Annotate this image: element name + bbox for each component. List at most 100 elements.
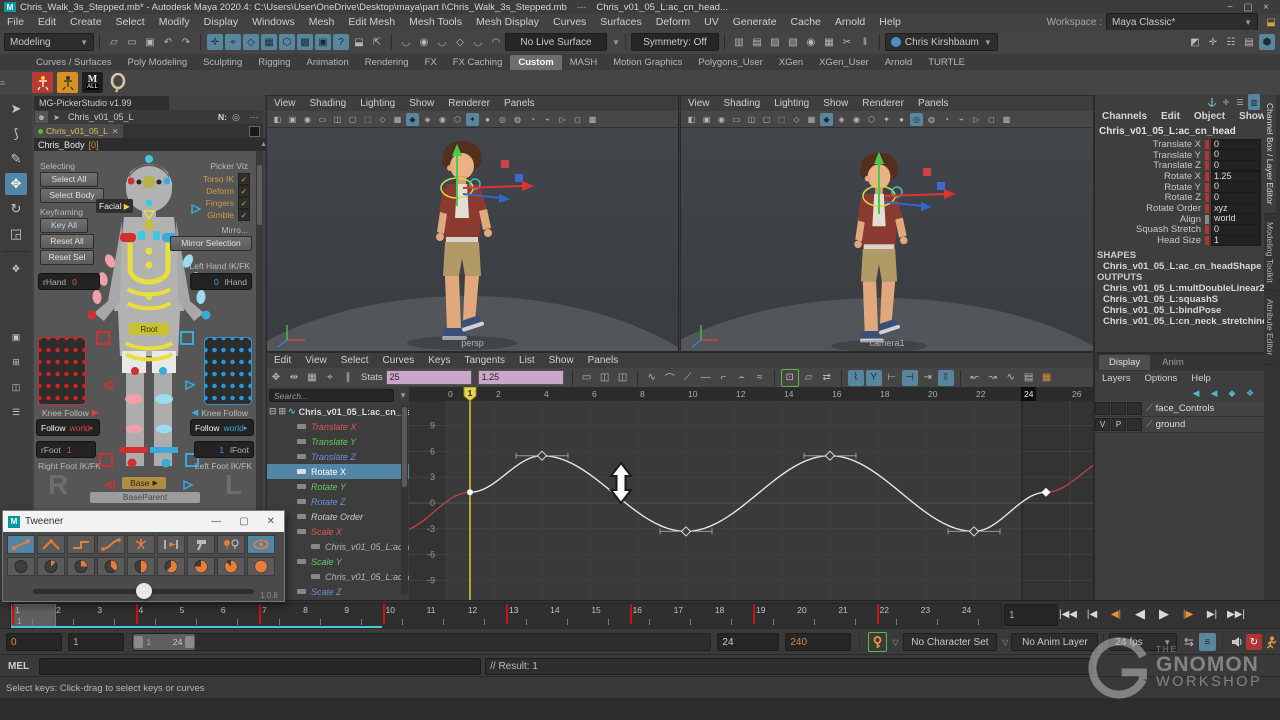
picker-panel-title[interactable]: MG-PickerStudio v1.99 [34, 96, 169, 110]
timeline-frame-number[interactable]: 24 [962, 605, 971, 615]
last-tool-icon[interactable]: ❖ [5, 258, 27, 280]
timeline-frame-number[interactable]: 9 [344, 605, 349, 615]
graph-channel-row[interactable]: Scale Z [267, 584, 409, 599]
graph-channel-row[interactable]: Rotate X [267, 464, 409, 479]
lattice-deform-icon[interactable]: ▦ [304, 370, 320, 386]
vpicons1-icon[interactable]: ◉ [436, 113, 449, 126]
display-layer-row[interactable]: V P ⟋ ground [1095, 417, 1265, 433]
channel-box-menu-item[interactable]: Edit [1161, 111, 1180, 122]
paint-select-tool-icon[interactable]: ✎ [5, 148, 27, 170]
shelf-tab[interactable]: Rendering [357, 55, 417, 70]
anim-layer-selector[interactable]: No Anim Layer [1011, 633, 1098, 651]
left-fingers-grid[interactable] [204, 337, 252, 405]
break-tangents-icon[interactable]: ⌇ [848, 370, 864, 386]
channel-attribute-row[interactable]: Rotate Y 0 [1095, 182, 1261, 193]
menu-item[interactable]: Curves [553, 16, 586, 28]
vpicons2-icon[interactable]: ◔ [940, 113, 953, 126]
menu-item[interactable]: Select [116, 16, 145, 28]
shelf-tab[interactable]: Rigging [250, 55, 298, 70]
side-tab[interactable]: Attribute Editor [1264, 291, 1276, 364]
lock-tangent-weight-icon[interactable]: ⊣ [902, 370, 918, 386]
live-surface-field[interactable]: No Live Surface [505, 33, 607, 51]
menu-item[interactable]: Help [879, 16, 901, 28]
vpicons1-icon[interactable]: ⌁ [541, 113, 554, 126]
graph-editor-menu-item[interactable]: Edit [274, 355, 291, 366]
tweener-window[interactable]: M Tweener — ▢ ✕ 1.0.8 [2, 510, 285, 602]
vpicons2-icon[interactable]: ◉ [715, 113, 728, 126]
picker-more-icon[interactable]: ⋯ [246, 109, 262, 125]
go-to-start-button[interactable]: |◀◀ [1056, 603, 1080, 625]
shelf-tab[interactable]: Poly Modeling [120, 55, 196, 70]
tweener-pie-button[interactable] [217, 557, 245, 576]
layout-single-pane-icon[interactable]: ▣ [5, 326, 27, 348]
frame-all-icon[interactable]: ▭ [579, 370, 595, 386]
command-input[interactable] [39, 658, 481, 675]
rendericons-icon[interactable]: ◉ [803, 34, 819, 50]
vpicons2-icon[interactable]: ⌁ [955, 113, 968, 126]
picker-viz-toggle[interactable]: Gimble ✓ [178, 209, 250, 221]
anchor-icon[interactable]: ⚓ [1206, 94, 1218, 110]
channel-box-menu-item[interactable]: Show [1239, 111, 1266, 122]
rhand-field[interactable]: rHand 0 [38, 273, 100, 290]
collapse-icon[interactable]: ⊟ [269, 406, 277, 417]
rendericons-icon[interactable]: ▦ [821, 34, 837, 50]
shelf-tab[interactable]: Motion Graphics [605, 55, 690, 70]
vpicons1-icon[interactable]: ◎ [496, 113, 509, 126]
list-icon[interactable]: ☰ [1234, 94, 1246, 110]
snapicons-icon[interactable]: ◡ [470, 34, 486, 50]
graph-editor-menu-item[interactable]: Curves [383, 355, 415, 366]
vpicons2-icon[interactable]: ▦ [805, 113, 818, 126]
layer-name[interactable]: face_Controls [1156, 403, 1215, 414]
timeline-frame-number[interactable]: 18 [715, 605, 724, 615]
selmask-icon[interactable]: ? [333, 34, 349, 50]
tweener-burst-button[interactable] [127, 535, 155, 554]
graph-editor-menu-item[interactable]: Show [549, 355, 574, 366]
symmetry-field[interactable]: Symmetry: Off [631, 33, 719, 51]
scale-tool-icon[interactable]: ◲ [5, 223, 27, 245]
menu-item[interactable]: Windows [252, 16, 295, 28]
knee-arrow-icon[interactable]: ◀ [191, 407, 198, 418]
shelf-tab[interactable]: Polygons_User [690, 55, 770, 70]
timeline-frame-number[interactable]: 22 [880, 605, 889, 615]
layer-editor-menu-item[interactable]: Layers [1102, 373, 1131, 384]
rendericons-icon[interactable]: ▨ [767, 34, 783, 50]
expand-icon[interactable]: ⊞ [279, 406, 287, 417]
picker-shelf-button-red[interactable] [32, 72, 53, 93]
sidebaricons-icon[interactable]: ☷ [1223, 34, 1239, 50]
layer-editor-menu-item[interactable]: Options [1145, 373, 1178, 384]
tweener-step-button[interactable] [67, 535, 95, 554]
vpicons2-icon[interactable]: ◈ [835, 113, 848, 126]
layout-outliner-icon[interactable]: ☰ [5, 401, 27, 423]
channel-attribute-row[interactable]: Translate X 0 [1095, 139, 1261, 150]
layer-visibility-toggle[interactable]: V [1095, 418, 1110, 431]
post-infinity-icon[interactable]: ↝ [985, 370, 1001, 386]
rendericons-icon[interactable]: ▤ [749, 34, 765, 50]
vpicons1-icon[interactable]: ▭ [316, 113, 329, 126]
timeline-frame-number[interactable]: 1 [15, 605, 20, 615]
tweener-ease-button[interactable] [97, 535, 125, 554]
vpicons1-icon[interactable]: ◔ [526, 113, 539, 126]
animation-end-field[interactable]: 240 [785, 633, 851, 651]
graph-editor-menu-item[interactable]: List [519, 355, 535, 366]
vpicons2-icon[interactable]: ▭ [730, 113, 743, 126]
graph-channel-row[interactable]: Rotate Z [267, 494, 409, 509]
menu-item[interactable]: Create [70, 16, 102, 28]
highlight-selection-icon[interactable]: ⇱ [369, 34, 385, 50]
vpicons2-icon[interactable]: ◫ [745, 113, 758, 126]
timeline-frame-number[interactable]: 16 [633, 605, 642, 615]
sidebaricons-icon[interactable]: ✛ [1205, 34, 1221, 50]
vpicons2-icon[interactable]: ◧ [685, 113, 698, 126]
vpicons1-icon[interactable]: ▦ [391, 113, 404, 126]
layer-display-type-toggle[interactable] [1127, 418, 1142, 431]
picker-tab[interactable]: Chris_v01_05_L ✕ [34, 124, 123, 138]
lhand-square-control[interactable] [180, 331, 194, 345]
selmask-icon[interactable]: ▩ [297, 34, 313, 50]
tweener-pie-button[interactable] [157, 557, 185, 576]
picker-zoom-icon[interactable]: ◎ [228, 109, 244, 125]
menu-item[interactable]: Generate [733, 16, 777, 28]
layout-split-icon[interactable]: ◫ [5, 376, 27, 398]
tweener-center-pin-button[interactable] [157, 535, 185, 554]
viewport-menu-item[interactable]: Show [409, 98, 434, 109]
range-handle-start[interactable] [134, 636, 143, 648]
open-dope-sheet-icon[interactable]: ▤ [1021, 370, 1037, 386]
